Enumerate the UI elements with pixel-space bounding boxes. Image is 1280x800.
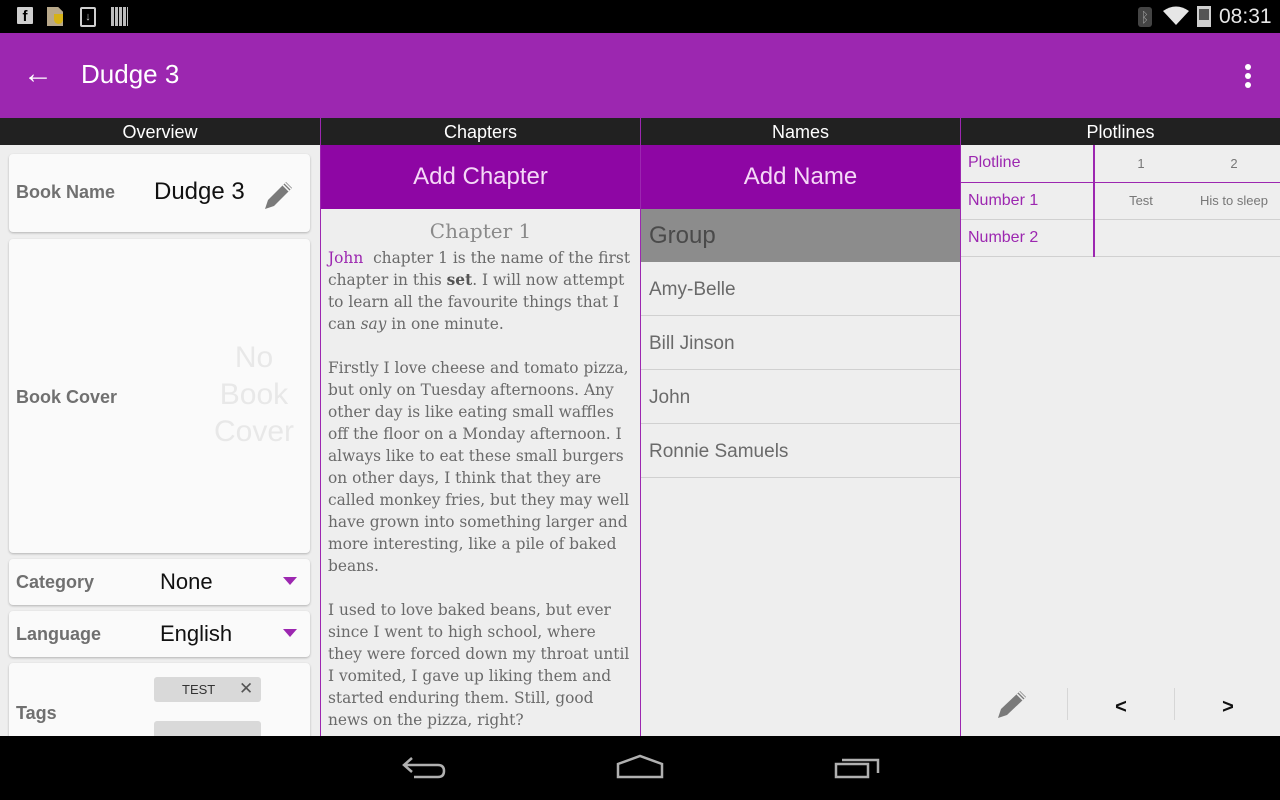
group-header: Group xyxy=(641,209,960,262)
language-card[interactable]: Language English xyxy=(9,611,310,657)
bluetooth-icon: ᛒ xyxy=(1138,7,1152,27)
plotlines-footer: < > xyxy=(961,678,1280,736)
tag-chip[interactable]: TEST ✕ xyxy=(154,677,261,702)
battery-charging-icon xyxy=(1197,6,1211,27)
app-title: Dudge 3 xyxy=(81,59,180,89)
bold-text: set xyxy=(446,271,473,289)
back-arrow-icon[interactable]: ← xyxy=(20,57,56,93)
table-cell[interactable] xyxy=(1094,219,1187,257)
dropdown-arrow-icon[interactable] xyxy=(283,629,297,637)
plotlines-table: Plotline 1 2 Number 1 Test His to sleep … xyxy=(961,145,1280,257)
overflow-menu-icon[interactable] xyxy=(1236,61,1260,93)
chapter-text[interactable]: John chapter 1 is the name of the first … xyxy=(321,243,640,731)
list-item[interactable]: John xyxy=(641,370,960,424)
table-header-row: Plotline 1 2 xyxy=(961,145,1280,183)
chapter-paragraph: Firstly I love cheese and tomato pizza, … xyxy=(328,359,630,575)
table-cell[interactable]: Test xyxy=(1094,182,1187,220)
dropdown-arrow-icon[interactable] xyxy=(283,577,297,585)
italic-text: say xyxy=(360,315,387,333)
main-content: Overview Book Name Dudge 3 Book Cover No… xyxy=(0,118,1280,736)
plotlines-header: Plotlines xyxy=(961,118,1280,145)
book-name-value: Dudge 3 xyxy=(154,178,245,205)
category-card[interactable]: Category None xyxy=(9,559,310,605)
barcode-icon xyxy=(111,7,128,26)
tag-text: TEST xyxy=(182,682,216,697)
table-row: Number 2 xyxy=(961,219,1280,257)
document-shield-icon xyxy=(47,7,63,26)
chapters-column: Chapters Add Chapter Chapter 1 John chap… xyxy=(320,118,640,736)
facebook-icon: f xyxy=(17,7,33,25)
table-cell[interactable] xyxy=(1187,219,1280,257)
names-header: Names xyxy=(641,118,960,145)
tags-label: Tags xyxy=(16,703,57,723)
recent-apps-nav-icon[interactable] xyxy=(828,748,888,788)
chapter-paragraph: I used to love baked beans, but ever sin… xyxy=(328,601,630,729)
add-chapter-button[interactable]: Add Chapter xyxy=(321,145,640,209)
text-run: in one minute. xyxy=(386,315,504,333)
language-label: Language xyxy=(16,624,102,644)
chapters-header: Chapters xyxy=(321,118,640,145)
language-select[interactable]: English xyxy=(160,621,232,647)
overview-column: Overview Book Name Dudge 3 Book Cover No… xyxy=(0,118,320,736)
pencil-icon[interactable] xyxy=(961,678,1067,736)
list-item[interactable]: Bill Jinson xyxy=(641,316,960,370)
chapter-title[interactable]: Chapter 1 xyxy=(321,219,640,243)
app-bar: ← Dudge 3 xyxy=(0,33,1280,118)
plotline-header-cell: Plotline xyxy=(961,145,1095,183)
chapter-paragraph: John chapter 1 is the name of the first … xyxy=(328,247,634,335)
names-column: Names Add Name Group Amy-Belle Bill Jins… xyxy=(640,118,960,736)
list-item[interactable]: Ronnie Samuels xyxy=(641,424,960,478)
book-cover-card[interactable]: Book Cover No Book Cover xyxy=(9,239,310,553)
book-cover-label: Book Cover xyxy=(16,387,118,407)
add-tag-chip[interactable] xyxy=(154,721,261,736)
table-row: Number 1 Test His to sleep xyxy=(961,182,1280,220)
back-nav-icon[interactable] xyxy=(394,748,454,788)
row-label[interactable]: Number 2 xyxy=(961,219,1095,257)
name-link[interactable]: John xyxy=(328,249,363,267)
book-name-label: Book Name xyxy=(16,182,116,202)
row-label[interactable]: Number 1 xyxy=(961,182,1095,220)
category-select[interactable]: None xyxy=(160,569,213,595)
category-label: Category xyxy=(16,572,95,592)
list-item[interactable]: Amy-Belle xyxy=(641,262,960,316)
no-book-cover-placeholder: No Book Cover xyxy=(213,341,295,448)
book-name-card: Book Name Dudge 3 xyxy=(9,154,310,232)
add-name-button[interactable]: Add Name xyxy=(641,145,960,209)
column-header: 2 xyxy=(1187,145,1280,183)
navigation-bar xyxy=(0,736,1280,800)
wifi-icon xyxy=(1163,6,1189,25)
home-nav-icon[interactable] xyxy=(610,748,670,788)
close-icon[interactable]: ✕ xyxy=(239,679,253,699)
pencil-icon[interactable] xyxy=(259,176,295,212)
plotlines-column: Plotlines Plotline 1 2 Number 1 Test His… xyxy=(960,118,1280,736)
tags-card: Tags TEST ✕ xyxy=(9,663,310,736)
overview-header: Overview xyxy=(0,118,320,145)
table-cell[interactable]: His to sleep xyxy=(1187,182,1280,220)
download-icon: ↓ xyxy=(80,7,96,27)
column-header: 1 xyxy=(1094,145,1187,183)
clock: 08:31 xyxy=(1219,5,1272,28)
previous-button[interactable]: < xyxy=(1068,678,1174,736)
next-button[interactable]: > xyxy=(1175,678,1280,736)
status-bar: f ↓ ᛒ 08:31 xyxy=(0,0,1280,33)
